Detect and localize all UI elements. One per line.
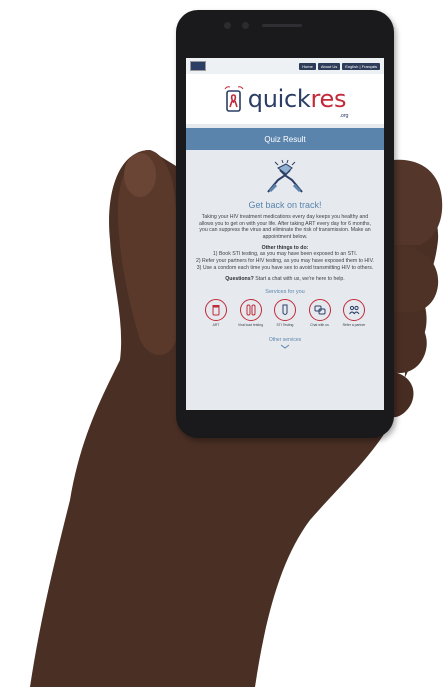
logo-word-res: res bbox=[310, 85, 347, 113]
test-tubes-icon bbox=[246, 304, 255, 316]
handshake-icon bbox=[267, 159, 303, 193]
other-things-item: 3) Use a condom each time you have sex t… bbox=[196, 264, 374, 271]
services-title: Services for you bbox=[265, 289, 305, 296]
phone-ribbon-logo-icon bbox=[224, 86, 244, 112]
questions-line: Questions? Start a chat with us, we're h… bbox=[196, 276, 374, 282]
test-vial-icon bbox=[282, 304, 288, 316]
logo-word-quick: quick bbox=[247, 85, 311, 113]
people-icon bbox=[349, 306, 360, 315]
nav-language-button[interactable]: English | Français bbox=[342, 62, 380, 70]
service-chat-button[interactable]: Chat with us bbox=[304, 299, 336, 327]
phone-screen: Home About Us English | Français quickre… bbox=[186, 58, 384, 410]
service-refer-partner-button[interactable]: Refer a partner bbox=[338, 299, 370, 327]
services-row: ART Viral load testing STI Testing Chat … bbox=[196, 299, 374, 327]
result-content: Get back on track! Taking your HIV treat… bbox=[186, 150, 384, 349]
chat-bubbles-icon bbox=[314, 305, 325, 315]
pill-bottle-icon bbox=[212, 305, 220, 316]
nav-about-button[interactable]: About Us bbox=[317, 62, 341, 70]
service-sti-testing-button[interactable]: STI Testing bbox=[269, 299, 301, 327]
service-art-button[interactable]: ART bbox=[200, 299, 232, 327]
logo-wordmark: quickres .org bbox=[247, 85, 349, 119]
other-services-link[interactable]: Other services bbox=[196, 337, 374, 343]
top-bar: Home About Us English | Français bbox=[186, 58, 384, 74]
other-things-item: 2) Refer your partners for HIV testing, … bbox=[196, 257, 374, 264]
site-logo[interactable]: quickres .org bbox=[186, 74, 384, 124]
phone-device: Home About Us English | Français quickre… bbox=[176, 10, 394, 438]
front-camera-icon bbox=[224, 22, 231, 29]
service-label: ART bbox=[212, 323, 220, 328]
flag-icon[interactable] bbox=[190, 61, 206, 71]
earpiece-speaker bbox=[262, 24, 302, 27]
result-paragraph: Taking your HIV treatment medications ev… bbox=[199, 214, 371, 240]
service-label: Viral load testing bbox=[237, 323, 263, 328]
top-nav: Home About Us English | Français bbox=[299, 62, 380, 70]
service-label: Chat with us bbox=[310, 323, 329, 328]
page-title: Quiz Result bbox=[186, 128, 384, 150]
service-viral-load-button[interactable]: Viral load testing bbox=[235, 299, 267, 327]
other-things-item: 1) Book STI testing, as you may have bee… bbox=[212, 251, 358, 258]
nav-home-button[interactable]: Home bbox=[299, 62, 316, 70]
questions-text: Start a chat with us, we're here to help… bbox=[253, 276, 345, 283]
logo-suffix: .org bbox=[339, 113, 349, 119]
service-label: STI Testing bbox=[276, 323, 294, 328]
service-label: Refer a partner bbox=[342, 323, 366, 328]
result-heading: Get back on track! bbox=[248, 200, 322, 210]
phone-top-bezel bbox=[176, 10, 394, 58]
chevron-down-icon[interactable] bbox=[280, 344, 290, 349]
questions-label: Questions? bbox=[225, 276, 254, 283]
sensor-icon bbox=[242, 22, 249, 29]
